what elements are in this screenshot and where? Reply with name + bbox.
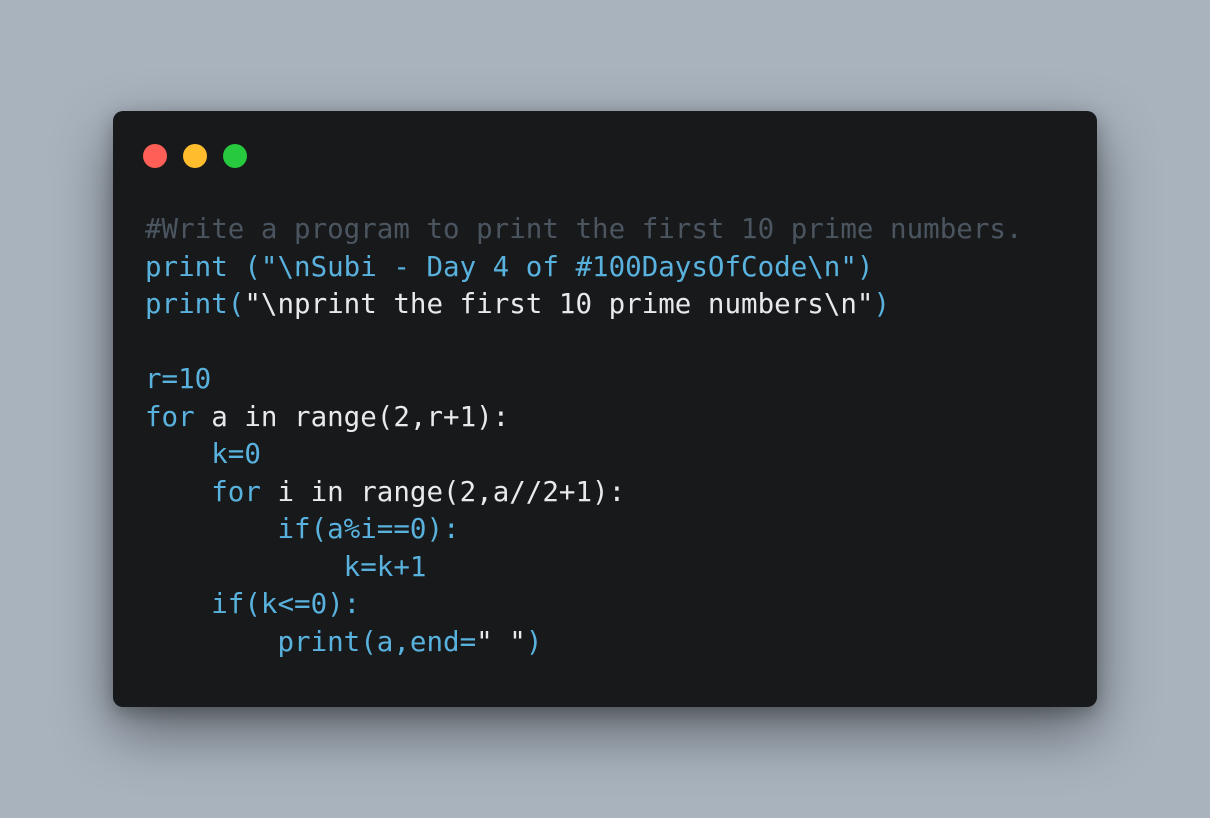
code-token: for [145,400,195,433]
code-token: print(a,end= [145,625,477,658]
maximize-button[interactable] [223,144,247,168]
code-token: if(a%i==0): [145,513,460,545]
code-line: for i in range(2,a//2+1): [145,474,1023,512]
code-line: if(k<=0): [145,586,1023,624]
code-window: #Write a program to print the first 10 p… [113,111,1097,707]
code-token: "\nprint the first 10 prime numbers\n" [244,288,874,320]
code-token: r=10 [145,363,212,395]
code-line: if(a%i==0): [145,511,1023,549]
minimize-button[interactable] [183,144,207,168]
window-controls [143,144,247,168]
code-token: " " [476,625,526,658]
code-line: k=k+1 [145,549,1023,587]
code-token: k=k+1 [145,550,427,583]
code-token: print( [145,288,245,320]
code-line: print("\nprint the first 10 prime number… [145,286,1023,324]
code-line: k=0 [145,436,1023,474]
code-token: for [145,475,261,508]
close-button[interactable] [143,144,167,168]
code-line: r=10 [145,361,1023,399]
code-line: print ("\nSubi - Day 4 of #100DaysOfCode… [145,249,1023,287]
code-block: #Write a program to print the first 10 p… [145,211,1023,661]
code-token: print ("\nSubi - Day 4 of #100DaysOfCode… [145,250,874,283]
code-token: ) [525,625,543,658]
code-line: for a in range(2,r+1): [145,399,1023,437]
code-line: print(a,end=" ") [145,624,1023,662]
code-token: ) [873,288,891,320]
code-token: k=0 [145,438,261,470]
code-comment: #Write a program to print the first 10 p… [145,213,1023,245]
code-line: #Write a program to print the first 10 p… [145,211,1023,249]
code-token: i in range(2,a//2+1): [260,475,626,508]
code-token: if(k<=0): [145,588,361,620]
code-token: a in range(2,r+1): [194,400,510,433]
